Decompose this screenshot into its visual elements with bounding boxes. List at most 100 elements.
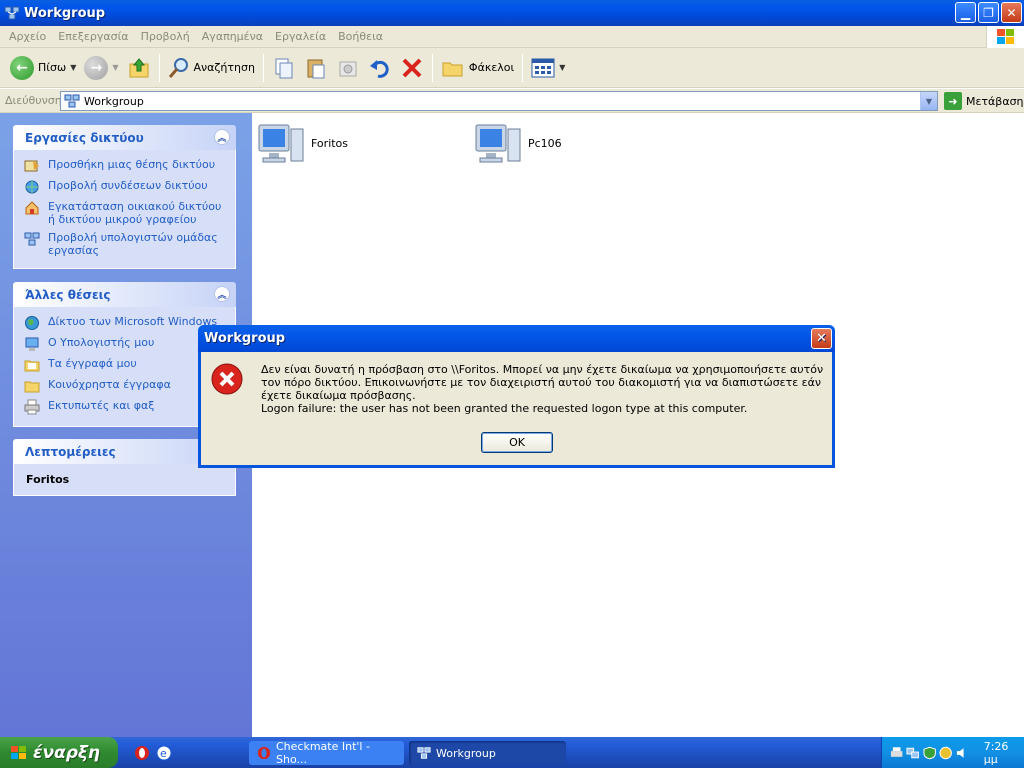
task-view-workgroup-computers[interactable]: Προβολή υπολογιστών ομάδας εργασίας xyxy=(24,231,227,257)
computer-item[interactable]: Foritos xyxy=(257,119,348,167)
place-microsoft-windows-network[interactable]: Δίκτυο των Microsoft Windows xyxy=(24,315,227,331)
my-documents-icon xyxy=(24,360,40,372)
collapse-chevron-icon[interactable]: ︽ xyxy=(214,129,230,145)
task-setup-home-network[interactable]: Εγκατάσταση οικιακού δικτύου ή δικτύου μ… xyxy=(24,200,227,226)
delete-icon xyxy=(402,58,422,77)
place-label: Ο Υπολογιστής μου xyxy=(48,336,155,349)
minimize-button[interactable]: ▁ xyxy=(955,2,976,23)
shared-folder-icon xyxy=(24,381,40,393)
window-title: Workgroup xyxy=(24,5,106,21)
address-dropdown-icon[interactable]: ▼ xyxy=(920,92,937,110)
windows-logo-icon xyxy=(986,26,1024,48)
place-shared-documents[interactable]: Κοινόχρηστα έγγραφα xyxy=(24,378,227,394)
undo-button[interactable] xyxy=(364,52,396,84)
other-places-header[interactable]: Άλλες θέσεις ︽ xyxy=(13,282,236,307)
network-connection-icon[interactable] xyxy=(906,746,920,760)
dialog-title: Workgroup xyxy=(204,331,286,346)
go-label: Μετάβαση xyxy=(966,94,1024,108)
start-label: έναρξη xyxy=(33,742,101,763)
folders-label: Φάκελοι xyxy=(468,61,515,74)
antivirus-icon[interactable] xyxy=(939,746,952,760)
folder-up-icon xyxy=(129,57,148,77)
search-icon xyxy=(168,57,188,78)
svg-text:e: e xyxy=(160,747,167,760)
printer-icon xyxy=(24,399,40,415)
menu-view[interactable]: Προβολή xyxy=(135,30,196,43)
workgroup-computers-icon xyxy=(24,232,40,246)
place-my-computer[interactable]: Ο Υπολογιστής μου xyxy=(24,336,227,352)
clock[interactable]: 7:26 μμ xyxy=(984,740,1024,766)
delete-button[interactable] xyxy=(396,52,428,84)
back-button[interactable]: ← Πίσω ▼ xyxy=(6,52,80,84)
task-label: Προβολή υπολογιστών ομάδας εργασίας xyxy=(48,231,218,257)
go-arrow-icon: ➜ xyxy=(944,92,962,110)
internet-explorer-icon[interactable]: e xyxy=(156,745,172,761)
details-value: Foritos xyxy=(26,473,70,486)
place-my-documents[interactable]: Τα έγγραφά μου xyxy=(24,357,227,373)
forward-arrow-icon: → xyxy=(84,55,109,80)
back-dropdown-icon[interactable]: ▼ xyxy=(70,63,76,72)
my-computer-icon xyxy=(25,337,39,351)
address-bar: Διεύθυνση Workgroup ▼ ➜ Μετάβαση xyxy=(0,89,1024,113)
back-label: Πίσω xyxy=(38,61,67,74)
home-network-icon xyxy=(25,201,39,215)
workgroup-icon xyxy=(64,94,80,108)
opera-icon[interactable] xyxy=(134,745,150,761)
taskbar-item-label: Workgroup xyxy=(436,746,496,760)
toolbar-separator xyxy=(158,53,160,82)
menu-tools[interactable]: Εργαλεία xyxy=(269,30,332,43)
computer-item[interactable]: Pc106 xyxy=(474,119,562,167)
place-label: Δίκτυο των Microsoft Windows xyxy=(48,315,218,328)
search-label: Αναζήτηση xyxy=(193,61,255,74)
task-add-network-place[interactable]: Προσθήκη μιας θέσης δικτύου xyxy=(24,158,227,174)
printer-icon[interactable] xyxy=(890,746,903,760)
ok-button[interactable]: OK xyxy=(481,432,553,453)
menu-bar: Αρχείο Επεξεργασία Προβολή Αγαπημένα Εργ… xyxy=(0,26,1024,48)
views-button[interactable]: ▼ xyxy=(527,52,569,84)
dialog-detail: Logon failure: the user has not been gra… xyxy=(261,402,748,415)
close-button[interactable]: ✕ xyxy=(1001,2,1022,23)
forward-dropdown-icon[interactable]: ▼ xyxy=(112,63,118,72)
dialog-titlebar[interactable]: Workgroup ✕ xyxy=(198,325,835,352)
restore-button[interactable]: ❐ xyxy=(978,2,999,23)
security-shield-icon[interactable] xyxy=(923,746,936,760)
network-tasks-header[interactable]: Εργασίες δικτύου ︽ xyxy=(13,125,236,150)
up-button[interactable] xyxy=(123,52,155,84)
menu-file[interactable]: Αρχείο xyxy=(3,30,52,43)
toolbar-separator xyxy=(262,53,264,82)
error-icon xyxy=(211,363,243,395)
properties-button[interactable] xyxy=(332,52,364,84)
dialog-close-button[interactable]: ✕ xyxy=(811,328,832,349)
copy-button[interactable] xyxy=(268,52,300,84)
place-printers-faxes[interactable]: Εκτυπωτές και φαξ xyxy=(24,399,227,415)
start-button[interactable]: έναρξη xyxy=(0,737,118,768)
toolbar-separator xyxy=(522,53,524,82)
taskbar-item[interactable]: Checkmate Int'l - Sho... xyxy=(249,740,404,766)
network-connections-icon xyxy=(25,180,39,194)
menu-favorites[interactable]: Αγαπημένα xyxy=(196,30,269,43)
address-input[interactable]: Workgroup ▼ xyxy=(60,91,938,111)
forward-button[interactable]: → ▼ xyxy=(80,52,122,84)
collapse-chevron-icon[interactable]: ︽ xyxy=(214,286,230,302)
menu-help[interactable]: Βοήθεια xyxy=(332,30,389,43)
back-arrow-icon: ← xyxy=(10,55,34,80)
workgroup-icon xyxy=(417,747,431,759)
volume-icon[interactable] xyxy=(955,746,968,760)
taskbar-item-label: Checkmate Int'l - Sho... xyxy=(276,740,370,766)
paste-icon xyxy=(307,59,325,78)
search-button[interactable]: Αναζήτηση xyxy=(164,52,259,84)
add-network-place-icon xyxy=(24,160,39,172)
network-folder-icon xyxy=(4,6,20,20)
go-button[interactable]: ➜ Μετάβαση xyxy=(944,91,1024,111)
task-view-network-connections[interactable]: Προβολή συνδέσεων δικτύου xyxy=(24,179,227,195)
menu-edit[interactable]: Επεξεργασία xyxy=(52,30,134,43)
views-dropdown-icon: ▼ xyxy=(559,63,566,72)
windows-flag-icon xyxy=(11,745,26,759)
taskbar-item[interactable]: Workgroup xyxy=(409,741,566,765)
window-titlebar[interactable]: Workgroup ▁ ❐ ✕ xyxy=(0,0,1024,26)
paste-button[interactable] xyxy=(300,52,332,84)
copy-icon xyxy=(275,58,293,78)
opera-icon xyxy=(257,746,271,760)
folders-button[interactable]: Φάκελοι xyxy=(437,52,518,84)
views-icon xyxy=(531,58,555,77)
